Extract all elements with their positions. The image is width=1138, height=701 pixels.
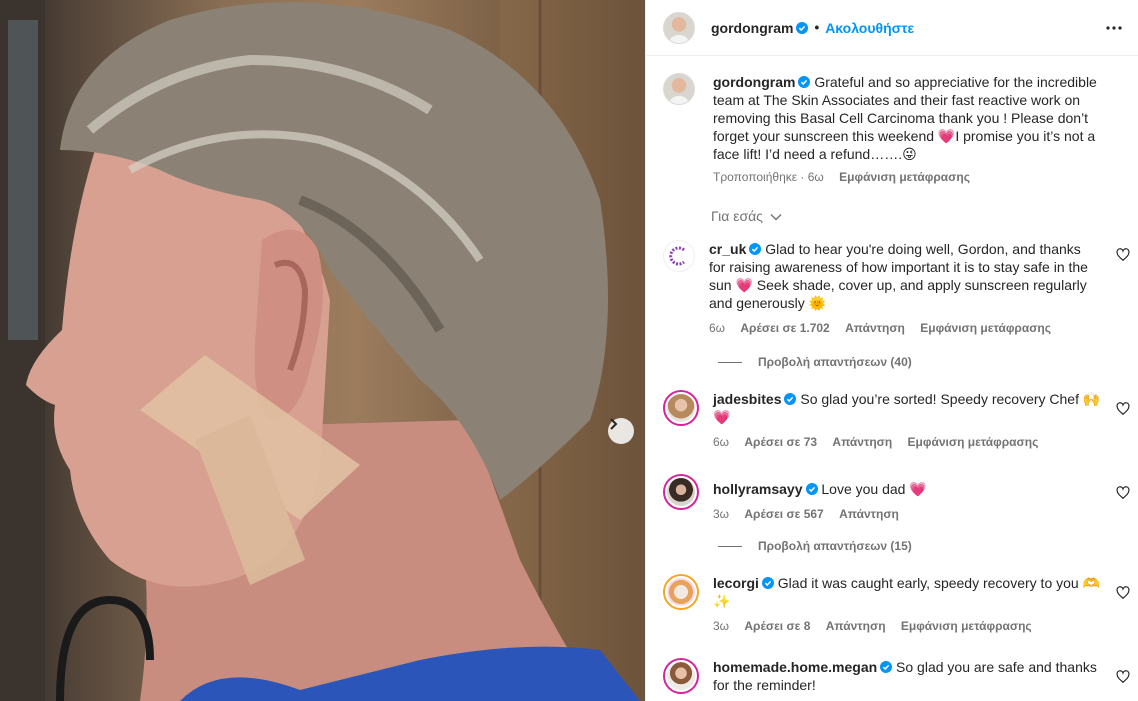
follow-button[interactable]: Ακολουθήστε — [825, 20, 914, 36]
heart-outline-icon[interactable] — [1116, 248, 1130, 262]
comment-item: homemade.home.megan So glad you are safe… — [663, 658, 1133, 694]
comment-body: lecorgi Glad it was caught early, speedy… — [713, 574, 1103, 634]
replies-divider — [718, 361, 742, 363]
commenter-avatar[interactable] — [663, 474, 699, 510]
comment-meta: 3ω Αρέσει σε 567 Απάντηση — [713, 506, 1103, 522]
avatar-image — [667, 662, 695, 690]
replies-divider — [718, 545, 742, 547]
caption-body: gordongram Grateful and so appreciative … — [713, 73, 1113, 185]
chevron-down-icon — [770, 214, 782, 221]
comment-username[interactable]: jadesbites — [713, 391, 781, 407]
author-avatar[interactable] — [663, 11, 695, 44]
verified-badge-icon — [784, 393, 797, 405]
view-replies-button[interactable]: Προβολή απαντήσεων (40) — [718, 355, 912, 369]
comment-body: cr_uk Glad to hear you're doing well, Go… — [709, 240, 1099, 336]
for-you-label: Για εσάς — [711, 208, 763, 224]
heart-outline-icon[interactable] — [1116, 402, 1130, 416]
post-photo[interactable] — [0, 0, 645, 701]
verified-badge-icon — [798, 76, 811, 88]
comment-body: jadesbites So glad you’re sorted! Speedy… — [713, 390, 1103, 450]
comment-likes-link[interactable]: Αρέσει σε 73 — [744, 435, 817, 449]
verified-badge-icon — [805, 483, 818, 495]
view-replies-button[interactable]: Προβολή απαντήσεων (15) — [718, 539, 912, 553]
comment-text: Glad to hear you're doing well, Gordon, … — [709, 241, 1088, 311]
comment-translate-link[interactable]: Εμφάνιση μετάφρασης — [901, 619, 1032, 633]
comment-likes-link[interactable]: Αρέσει σε 567 — [744, 507, 823, 521]
caption-avatar[interactable] — [663, 73, 695, 105]
avatar-image — [667, 578, 695, 606]
caption-translate-link[interactable]: Εμφάνιση μετάφρασης — [839, 170, 970, 184]
comment-body: hollyramsayy Love you dad 💗 3ω Αρέσει σε… — [713, 474, 1103, 522]
comment-translate-link[interactable]: Εμφάνιση μετάφρασης — [908, 435, 1039, 449]
comment-meta: 6ω Αρέσει σε 73 Απάντηση Εμφάνιση μετάφρ… — [713, 434, 1103, 450]
comment-reply-button[interactable]: Απάντηση — [832, 435, 892, 449]
caption-username[interactable]: gordongram — [713, 74, 795, 90]
comment-reply-button[interactable]: Απάντηση — [845, 321, 905, 335]
comment-item: lecorgi Glad it was caught early, speedy… — [663, 574, 1133, 634]
comment-username[interactable]: lecorgi — [713, 575, 759, 591]
avatar-image — [667, 394, 695, 422]
comment-item: jadesbites So glad you’re sorted! Speedy… — [663, 390, 1133, 450]
verified-badge-icon — [749, 243, 762, 255]
heart-outline-icon[interactable] — [1116, 586, 1130, 600]
caption-edited-time: Τροποποιήθηκε · 6ω — [713, 170, 824, 184]
for-you-filter[interactable]: Για εσάς — [711, 208, 782, 224]
commenter-avatar[interactable] — [663, 240, 695, 272]
commenter-avatar[interactable] — [663, 574, 699, 610]
more-horizontal-icon — [1106, 26, 1122, 30]
next-image-button[interactable] — [608, 418, 634, 444]
comment-translate-link[interactable]: Εμφάνιση μετάφρασης — [920, 321, 1051, 335]
post-modal: gordongram • Ακολουθήστε gordongram Grat… — [0, 0, 1138, 701]
comment-text: Love you dad 💗 — [821, 481, 927, 497]
comment-time: 3ω — [713, 619, 730, 633]
comment-meta: 3ω Αρέσει σε 8 Απάντηση Εμφάνιση μετάφρα… — [713, 618, 1103, 634]
avatar-image — [667, 478, 695, 506]
comment-reply-button[interactable]: Απάντηση — [826, 619, 886, 633]
comments-panel: gordongram • Ακολουθήστε gordongram Grat… — [645, 0, 1138, 701]
verified-badge-icon — [880, 661, 893, 673]
verified-badge-icon — [796, 21, 809, 34]
comment-reply-button[interactable]: Απάντηση — [839, 507, 899, 521]
post-caption: gordongram Grateful and so appreciative … — [663, 73, 1123, 185]
comment-time: 6ω — [709, 321, 726, 335]
heart-outline-icon[interactable] — [1116, 670, 1130, 684]
comment-body: homemade.home.megan So glad you are safe… — [713, 658, 1103, 694]
post-header: gordongram • Ακολουθήστε — [646, 0, 1138, 56]
separator-dot: • — [814, 20, 820, 35]
verified-badge-icon — [761, 577, 774, 589]
more-options-button[interactable] — [1102, 16, 1126, 40]
photo-illustration — [0, 0, 645, 701]
comment-username[interactable]: cr_uk — [709, 241, 746, 257]
comment-item: hollyramsayy Love you dad 💗 3ω Αρέσει σε… — [663, 474, 1133, 522]
heart-outline-icon[interactable] — [1116, 486, 1130, 500]
commenter-avatar[interactable] — [663, 658, 699, 694]
commenter-avatar[interactable] — [663, 390, 699, 426]
comment-username[interactable]: homemade.home.megan — [713, 659, 877, 675]
cruk-logo-icon — [669, 246, 685, 266]
view-replies-label: Προβολή απαντήσεων (40) — [758, 355, 912, 369]
comment-item: cr_uk Glad to hear you're doing well, Go… — [663, 240, 1133, 336]
comment-time: 3ω — [713, 507, 730, 521]
author-username[interactable]: gordongram — [711, 20, 793, 36]
comment-meta: 6ω Αρέσει σε 1.702 Απάντηση Εμφάνιση μετ… — [709, 320, 1099, 336]
chevron-right-icon — [610, 418, 618, 430]
comment-likes-link[interactable]: Αρέσει σε 8 — [744, 619, 810, 633]
author-info: gordongram • Ακολουθήστε — [711, 20, 914, 36]
comment-username[interactable]: hollyramsayy — [713, 481, 803, 497]
comment-likes-link[interactable]: Αρέσει σε 1.702 — [740, 321, 829, 335]
view-replies-label: Προβολή απαντήσεων (15) — [758, 539, 912, 553]
caption-meta: Τροποποιήθηκε · 6ω Εμφάνιση μετάφρασης — [713, 169, 1113, 185]
comment-time: 6ω — [713, 435, 730, 449]
